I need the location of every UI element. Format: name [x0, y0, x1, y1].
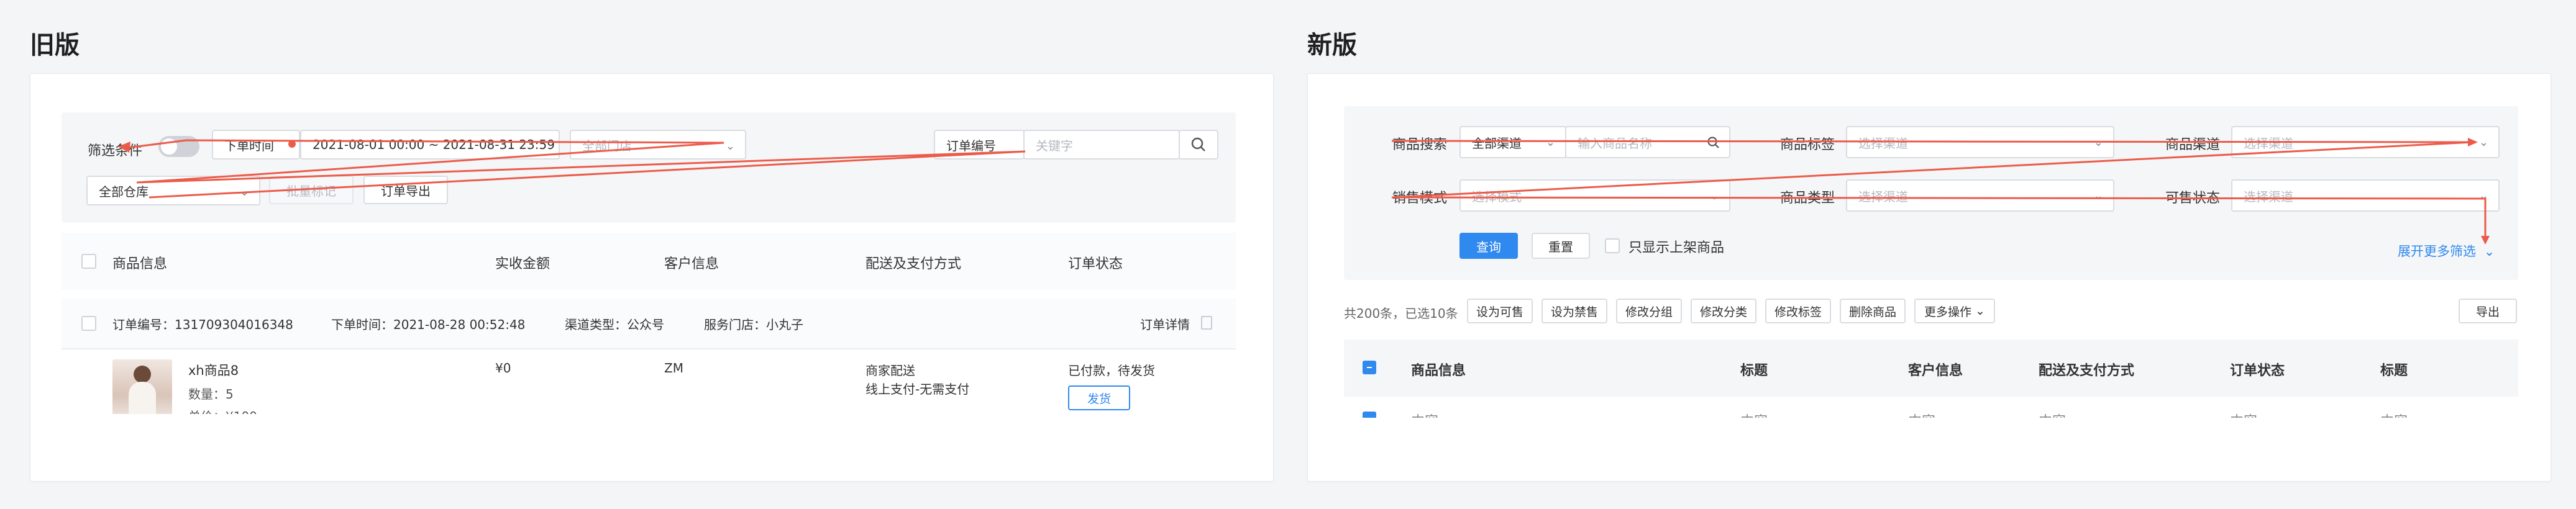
chevron-down-icon: ⌄ — [239, 186, 249, 199]
order-detail-link[interactable]: 订单详情 — [1140, 315, 1190, 333]
selection-summary: 共200条，已选10条 — [1344, 306, 1458, 321]
old-table-header — [62, 233, 1236, 290]
header-delivery-payment: 配送及支付方式 — [2039, 363, 2135, 379]
header-title-2: 标题 — [2380, 363, 2408, 379]
edit-group-button[interactable]: 修改分组 — [1616, 299, 1682, 323]
delete-product-button[interactable]: 删除商品 — [1840, 299, 1906, 323]
search-icon — [1191, 137, 1205, 151]
reset-button[interactable]: 重置 — [1532, 233, 1590, 259]
chevron-down-icon: ⌄ — [2093, 189, 2103, 202]
order-number: 订单编号：131709304016348 — [112, 317, 293, 332]
chevron-down-icon: ⌄ — [1975, 304, 1985, 318]
product-tag-select[interactable]: 选择渠道 ⌄ — [1846, 126, 2114, 158]
header-title: 标题 — [1740, 363, 1768, 379]
order-status-text: 已付款，待发货 — [1068, 363, 1155, 378]
order-time-select[interactable]: 下单时间 — [212, 130, 300, 160]
select-all-checkbox[interactable] — [81, 254, 96, 269]
order-export-button[interactable]: 订单导出 — [363, 176, 448, 204]
header-order-status: 订单状态 — [2230, 363, 2285, 379]
keyword-input[interactable]: 关键字 — [1023, 130, 1180, 160]
row-checkbox[interactable] — [1363, 412, 1376, 418]
export-button[interactable]: 导出 — [2459, 299, 2517, 323]
only-listed-label: 只显示上架商品 — [1628, 240, 1725, 256]
query-button[interactable]: 查询 — [1459, 233, 1518, 259]
batch-mark-button[interactable]: 批量标记 — [269, 176, 354, 204]
filter-toggle-switch[interactable] — [158, 136, 199, 157]
chevron-down-icon: ⌄ — [2478, 189, 2488, 202]
order-customer: ZM — [664, 361, 683, 376]
search-icon — [1707, 137, 1719, 148]
chevron-down-icon: ⌄ — [1545, 136, 1555, 149]
chevron-down-icon: ⌄ — [2483, 244, 2495, 259]
chevron-down-icon: ⌄ — [2478, 136, 2488, 149]
new-version-title: 新版 — [1307, 31, 1357, 60]
old-filter-panel — [62, 112, 1236, 223]
header-product-info: 商品信息 — [1411, 363, 1466, 379]
order-checkbox[interactable] — [81, 316, 96, 331]
sale-status-select[interactable]: 选择渠道 ⌄ — [2231, 179, 2500, 212]
product-channel-select[interactable]: 选择渠道 ⌄ — [2231, 126, 2500, 158]
product-name: xh商品8 — [188, 363, 239, 378]
payment-method: 线上支付-无需支付 — [866, 382, 970, 397]
table-row[interactable]: 内容 内容 内容 内容 内容 内容 — [1344, 409, 2518, 418]
search-button[interactable] — [1179, 130, 1218, 160]
expand-more-filters-link[interactable]: 展开更多筛选 ⌄ — [2398, 241, 2495, 260]
set-unsellable-button[interactable]: 设为禁售 — [1541, 299, 1607, 323]
product-channel-label: 商品渠道 — [2165, 137, 2221, 153]
row-divider — [62, 348, 1236, 349]
edit-tag-button[interactable]: 修改标签 — [1765, 299, 1831, 323]
set-sellable-button[interactable]: 设为可售 — [1467, 299, 1533, 323]
warehouse-select[interactable]: 全部仓库 ⌄ — [86, 176, 260, 205]
product-type-label: 商品类型 — [1780, 191, 1835, 206]
product-type-select[interactable]: 选择渠道 ⌄ — [1846, 179, 2114, 212]
order-no-select[interactable]: 订单编号 — [934, 130, 1025, 160]
sale-status-label: 可售状态 — [2165, 191, 2221, 206]
order-amount: ¥0 — [495, 361, 511, 376]
header-order-status: 订单状态 — [1068, 256, 1123, 272]
select-all-checkbox[interactable] — [1363, 361, 1376, 374]
note-icon[interactable] — [1201, 316, 1212, 330]
channel-select[interactable]: 全部渠道 ⌄ — [1459, 126, 1566, 158]
new-version-card: 商品搜索 全部渠道 ⌄ 输入商品名称 商品标签 选择渠道 ⌄ 商品渠道 选择渠道… — [1307, 73, 2551, 482]
header-customer: 客户信息 — [664, 256, 719, 272]
order-channel: 渠道类型：公众号 — [565, 317, 664, 332]
chevron-down-icon: ⌄ — [725, 140, 735, 153]
only-listed-checkbox[interactable] — [1605, 238, 1620, 253]
sales-mode-select[interactable]: 选择模式 ⌄ — [1459, 179, 1730, 212]
old-version-title: 旧版 — [30, 31, 80, 60]
chevron-down-icon: ⌄ — [2093, 136, 2103, 149]
old-version-card: 筛选条件 下单时间 2021-08-01 00:00 ~ 2021-08-31 … — [30, 73, 1274, 482]
product-tag-label: 商品标签 — [1780, 137, 1835, 153]
order-store: 服务门店：小丸子 — [704, 317, 803, 332]
product-thumbnail — [112, 359, 172, 419]
order-time: 下单时间：2021-08-28 00:52:48 — [331, 317, 526, 332]
sales-mode-label: 销售模式 — [1392, 191, 1448, 206]
chevron-down-icon: ⌄ — [1709, 189, 1719, 202]
header-customer: 客户信息 — [1908, 363, 1963, 379]
product-name-input[interactable]: 输入商品名称 — [1565, 126, 1730, 158]
edit-category-button[interactable]: 修改分类 — [1691, 299, 1756, 323]
filter-label: 筛选条件 — [88, 143, 143, 159]
delivery-method: 商家配送 — [866, 363, 915, 378]
more-actions-button[interactable]: 更多操作 ⌄ — [1914, 299, 1995, 323]
ship-button[interactable]: 发货 — [1068, 385, 1130, 410]
product-search-label: 商品搜索 — [1392, 137, 1448, 153]
date-range-input[interactable]: 2021-08-01 00:00 ~ 2021-08-31 23:59 — [300, 130, 560, 160]
header-amount: 实收金额 — [495, 256, 550, 272]
header-delivery-payment: 配送及支付方式 — [866, 256, 962, 272]
product-quantity: 数量：5 — [188, 387, 234, 402]
store-select[interactable]: 全部门店 ⌄ — [570, 130, 746, 160]
header-product-info: 商品信息 — [112, 256, 168, 272]
